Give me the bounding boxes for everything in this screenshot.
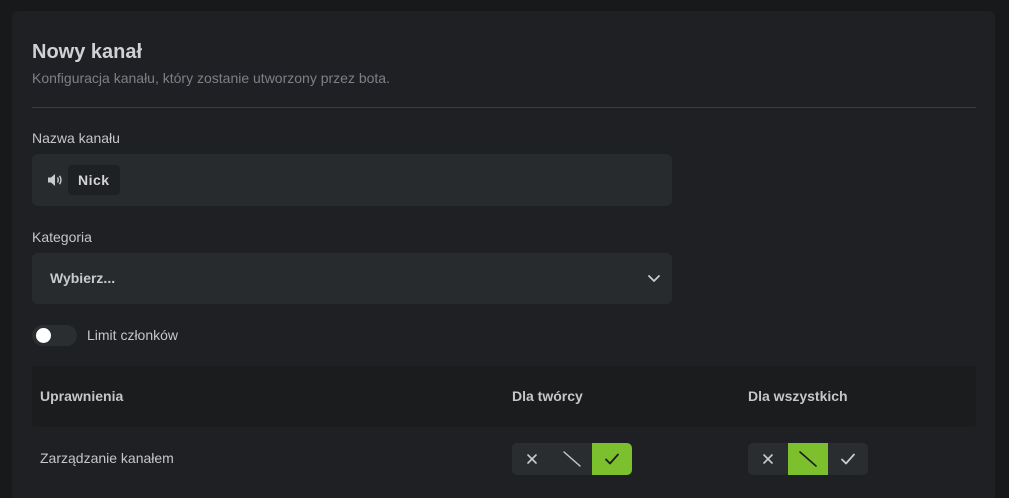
column-header-creator: Dla twórcy: [512, 388, 583, 404]
close-icon: [763, 454, 773, 464]
toggle-knob: [36, 328, 51, 343]
check-icon: [605, 453, 619, 465]
channel-name-tag[interactable]: Nick: [68, 165, 120, 195]
column-header-everyone: Dla wszystkich: [748, 388, 848, 404]
category-selected-value: Wybierz...: [50, 270, 116, 286]
channel-name-label: Nazwa kanału: [32, 130, 120, 146]
slash-icon: [563, 451, 581, 467]
everyone-permission-switch: [748, 443, 868, 475]
page-subtitle: Konfiguracja kanału, który zostanie utwo…: [32, 70, 390, 86]
check-icon: [841, 453, 855, 465]
channel-name-field[interactable]: Nick: [32, 154, 672, 206]
chevron-down-icon: [648, 275, 660, 282]
allow-button[interactable]: [592, 443, 632, 475]
page-title: Nowy kanał: [32, 41, 143, 63]
allow-button[interactable]: [828, 443, 868, 475]
member-limit-toggle[interactable]: [32, 325, 77, 346]
member-limit-label: Limit członków: [87, 327, 179, 343]
speaker-icon: [48, 174, 62, 186]
close-icon: [527, 454, 537, 464]
creator-permission-switch: [512, 443, 632, 475]
column-header-permissions: Uprawnienia: [40, 388, 124, 404]
neutral-button[interactable]: [552, 443, 592, 475]
category-select[interactable]: Wybierz...: [32, 253, 672, 304]
new-channel-card: Nowy kanał Konfiguracja kanału, który zo…: [12, 11, 995, 498]
permission-label: Zarządzanie kanałem: [40, 450, 174, 466]
permissions-table-header: Uprawnienia Dla twórcy Dla wszystkich: [32, 366, 976, 427]
neutral-button[interactable]: [788, 443, 828, 475]
category-label: Kategoria: [32, 229, 92, 245]
slash-icon: [799, 451, 817, 467]
deny-button[interactable]: [748, 443, 788, 475]
divider: [32, 107, 976, 108]
deny-button[interactable]: [512, 443, 552, 475]
